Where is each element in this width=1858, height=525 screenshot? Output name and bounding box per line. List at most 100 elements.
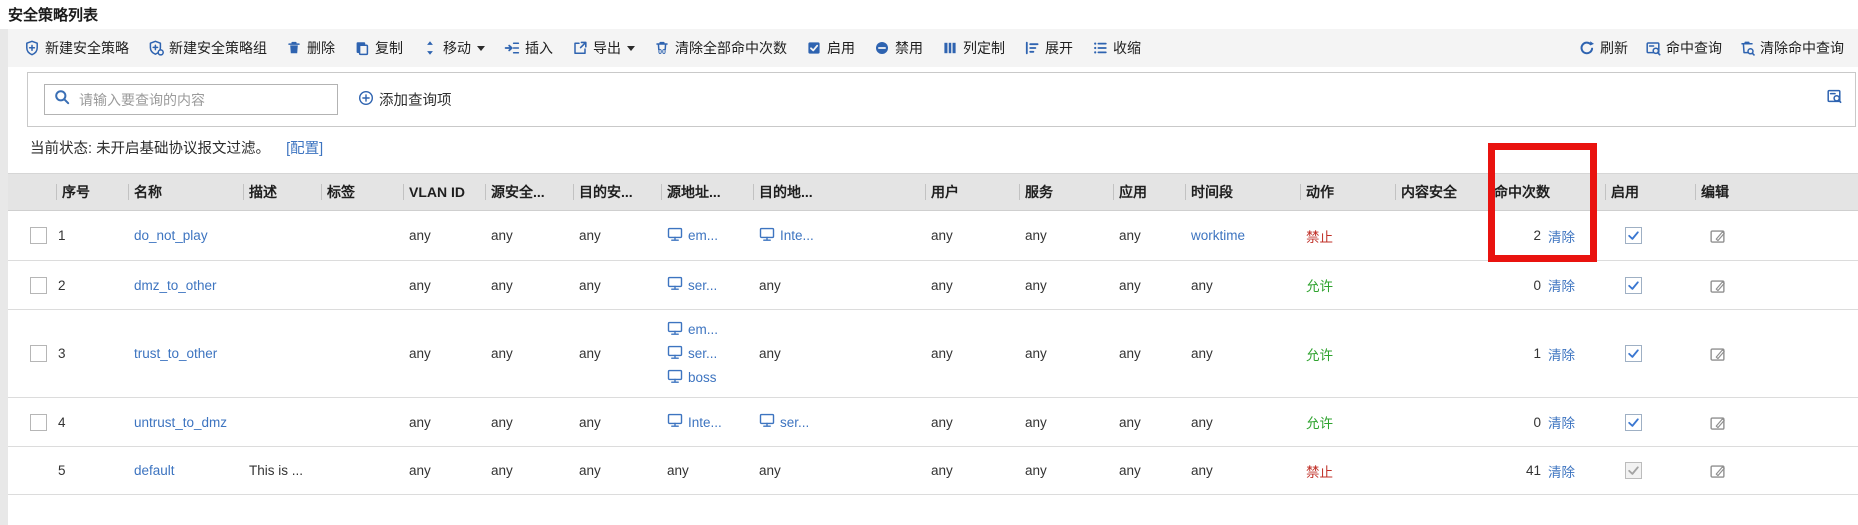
clear-hits-link[interactable]: 清除 [1548,461,1575,481]
cell-service: any [1019,228,1113,243]
cell-vlan: any [403,463,485,478]
address-object-label[interactable]: ser... [688,346,717,361]
clear-hits-link[interactable]: 清除 [1548,412,1575,432]
enable-checkbox[interactable] [1625,414,1642,431]
address-object-link[interactable]: ser... [667,274,717,296]
col-header-name: 名称 [128,173,243,211]
address-object-link[interactable]: boss [667,367,718,389]
cell-dst_zone: any [573,463,661,478]
cell-text: any [1119,463,1141,478]
expand-button[interactable]: 展开 [1024,38,1073,58]
new-policy-button[interactable]: 新建安全策略 [24,38,129,58]
schedule-text: any [1191,463,1213,478]
enable-checkbox[interactable] [1625,277,1642,294]
clear-hits-link[interactable]: 清除 [1548,226,1575,246]
cell-text: any [491,228,513,243]
insert-button[interactable]: 插入 [504,38,553,58]
enable-checkbox[interactable] [1625,227,1642,244]
search-input[interactable] [77,91,331,109]
policy-name-link[interactable]: default [134,463,175,478]
status-row: 当前状态: 未开启基础协议报文过滤。 [配置] [30,137,323,158]
address-object-list: em... ser... boss [667,319,718,389]
table-row: 1do_not_playanyanyanyem...Inte...anyanya… [8,211,1858,261]
clear-all-hits-button[interactable]: 00清除全部命中次数 [654,38,787,58]
address-object-label[interactable]: ser... [688,278,717,293]
search-input-box[interactable] [44,84,338,115]
cell-text: any [1119,228,1141,243]
edit-button[interactable] [1709,277,1726,294]
address-object-label[interactable]: boss [688,370,717,385]
move-button[interactable]: 移动 [422,38,485,58]
advanced-query-icon[interactable] [1826,88,1842,109]
expand-icon [1024,40,1040,56]
cell-text: any [759,278,781,293]
row-select-checkbox[interactable] [30,277,47,294]
address-object-link[interactable]: Inte... [667,411,722,433]
refresh-button[interactable]: 刷新 [1579,38,1628,58]
clear-hit-query-button[interactable]: 清除命中查询 [1739,38,1844,58]
enable-checkbox [1625,462,1642,479]
address-object-label[interactable]: Inte... [688,415,722,430]
table-row: 3trust_to_otheranyanyanyem...ser...bossa… [8,310,1858,398]
address-object-link[interactable]: Inte... [759,225,814,247]
table-header-row: 序号名称描述标签VLAN ID源安全...目的安...源地址...目的地...用… [8,173,1858,211]
collapse-button[interactable]: 收缩 [1092,38,1141,58]
new-policy-group-button[interactable]: 新建安全策略组 [148,38,267,58]
delete-button[interactable]: 删除 [286,38,335,58]
cell-text: any [1119,346,1141,361]
address-object-label[interactable]: ser... [780,415,809,430]
cell-user: any [925,415,1019,430]
clear-hits-link[interactable]: 清除 [1548,275,1575,295]
column-custom-button[interactable]: 列定制 [942,38,1005,58]
disable-button[interactable]: 禁用 [874,38,923,58]
row-select-checkbox[interactable] [30,414,47,431]
cell-dst_zone: any [573,278,661,293]
edit-button[interactable] [1709,227,1726,244]
policy-name-link[interactable]: do_not_play [134,228,208,243]
config-link[interactable]: [配置] [286,141,323,157]
hit-query-button[interactable]: 命中查询 [1645,38,1722,58]
policy-name-link[interactable]: trust_to_other [134,346,217,361]
address-object-link[interactable]: ser... [667,343,718,365]
cell-schedule: any [1185,463,1300,478]
row-select-checkbox[interactable] [30,227,47,244]
col-header-service: 服务 [1019,173,1113,211]
col-header-sel [8,173,56,211]
address-object-label[interactable]: Inte... [780,228,814,243]
cell-dst_addr: any [753,346,925,361]
monitor-icon [759,227,775,245]
edit-button[interactable] [1709,462,1726,479]
export-button[interactable]: 导出 [572,38,635,58]
address-object-label[interactable]: em... [688,322,718,337]
cell-name: dmz_to_other [128,278,243,293]
address-object-list: Inte... [667,411,722,433]
enable-checkbox[interactable] [1625,345,1642,362]
clear-hits-link[interactable]: 清除 [1548,344,1575,364]
toolbar-button-label: 清除全部命中次数 [675,38,787,58]
cell-edit [1695,277,1858,294]
dropdown-caret-icon [477,46,485,51]
cell-text: any [931,463,953,478]
row-seq: 5 [58,463,66,478]
add-query-button[interactable]: 添加查询项 [358,89,452,110]
cell-desc: This is ... [243,463,321,478]
edit-button[interactable] [1709,345,1726,362]
toolbar-button-label: 收缩 [1113,38,1141,58]
policy-name-link[interactable]: dmz_to_other [134,278,217,293]
schedule-link[interactable]: worktime [1191,228,1245,243]
col-header-vlan: VLAN ID [403,173,485,211]
col-header-edit: 编辑 [1695,173,1858,211]
edit-button[interactable] [1709,414,1726,431]
address-object-link[interactable]: em... [667,319,718,341]
address-object-label[interactable]: em... [688,228,718,243]
enable-button[interactable]: 启用 [806,38,855,58]
copy-button[interactable]: 复制 [354,38,403,58]
policy-name-link[interactable]: untrust_to_dmz [134,415,227,430]
row-select-checkbox[interactable] [30,345,47,362]
address-object-link[interactable]: em... [667,225,718,247]
address-object-link[interactable]: ser... [759,411,809,433]
toolbar-button-label: 新建安全策略组 [169,38,267,58]
col-header-action: 动作 [1300,173,1395,211]
col-header-user: 用户 [925,173,1019,211]
cell-name: untrust_to_dmz [128,415,243,430]
